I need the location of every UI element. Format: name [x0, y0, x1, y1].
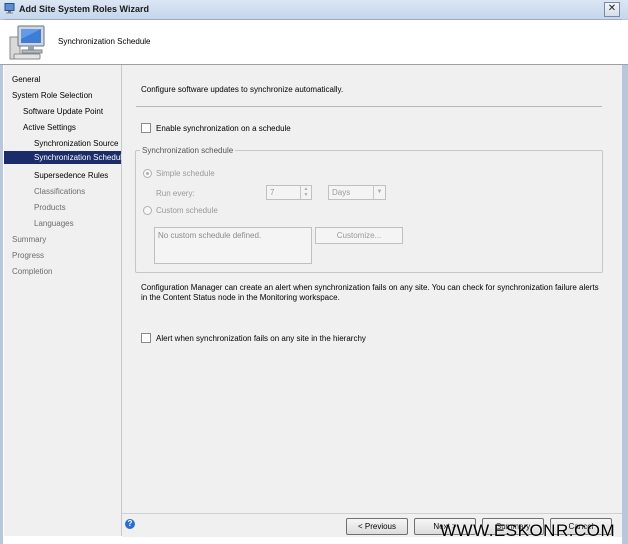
window-title: Add Site System Roles Wizard [19, 4, 149, 14]
nav-item-products: Products [34, 203, 66, 212]
page-title: Synchronization Schedule [58, 37, 151, 46]
help-icon[interactable]: ? [125, 519, 135, 529]
nav-item-classifications: Classifications [34, 187, 86, 196]
computer-monitor-icon [9, 25, 45, 60]
nav-item-general[interactable]: General [12, 75, 40, 84]
enable-sync-checkbox[interactable] [141, 123, 151, 133]
nav-item-progress: Progress [12, 251, 45, 260]
nav-item-synchronization-schedule[interactable]: Synchronization Schedule [4, 151, 127, 164]
run-every-unit-select[interactable]: Days ▼ [328, 185, 386, 200]
simple-schedule-radio[interactable] [143, 169, 152, 178]
nav-item-label: Synchronization Schedule [34, 153, 127, 162]
previous-button[interactable]: < Previous [346, 518, 408, 535]
custom-schedule-text: No custom schedule defined. [158, 231, 262, 240]
stepper-down-icon[interactable]: ▼ [301, 192, 311, 198]
window-border-right [622, 19, 628, 544]
content-pane: Configure software updates to synchroniz… [122, 65, 622, 513]
alert-info-text: Configuration Manager can create an aler… [141, 283, 599, 302]
wizard-header: Synchronization Schedule [0, 20, 628, 65]
wizard-navigation: General System Role Selection Software U… [4, 65, 127, 536]
watermark: WWW.ESKONR.COM [440, 521, 616, 540]
nav-item-active-settings[interactable]: Active Settings [23, 123, 76, 132]
intro-text: Configure software updates to synchroniz… [141, 85, 344, 94]
run-every-stepper[interactable]: 7 ▲ ▼ [266, 185, 312, 200]
computer-icon [4, 3, 15, 14]
wizard-window: Add Site System Roles Wizard ✕ Synchroni… [0, 0, 628, 544]
nav-item-supersedence-rules[interactable]: Supersedence Rules [34, 171, 108, 180]
enable-sync-label: Enable synchronization on a schedule [156, 124, 291, 133]
simple-schedule-label: Simple schedule [156, 169, 215, 178]
nav-item-software-update-point[interactable]: Software Update Point [23, 107, 103, 116]
run-every-unit: Days [332, 188, 351, 197]
window-border-left [0, 19, 3, 544]
customize-button[interactable]: Customize... [315, 227, 403, 244]
group-legend: Synchronization schedule [140, 146, 236, 155]
chevron-down-icon[interactable]: ▼ [373, 186, 385, 199]
nav-item-synchronization-source[interactable]: Synchronization Source [34, 139, 119, 148]
nav-item-system-role-selection[interactable]: System Role Selection [12, 91, 92, 100]
custom-schedule-display: No custom schedule defined. [154, 227, 312, 264]
nav-item-completion: Completion [12, 267, 53, 276]
close-button[interactable]: ✕ [604, 2, 620, 17]
nav-item-languages: Languages [34, 219, 74, 228]
alert-label: Alert when synchronization fails on any … [156, 334, 366, 343]
custom-schedule-label: Custom schedule [156, 206, 218, 215]
nav-item-summary: Summary [12, 235, 47, 244]
run-every-value: 7 [270, 188, 275, 197]
custom-schedule-radio[interactable] [143, 206, 152, 215]
stepper-buttons[interactable]: ▲ ▼ [300, 186, 311, 199]
divider [136, 106, 602, 107]
title-bar[interactable]: Add Site System Roles Wizard ✕ [0, 0, 628, 20]
alert-checkbox[interactable] [141, 333, 151, 343]
run-every-label: Run every: [156, 189, 195, 198]
